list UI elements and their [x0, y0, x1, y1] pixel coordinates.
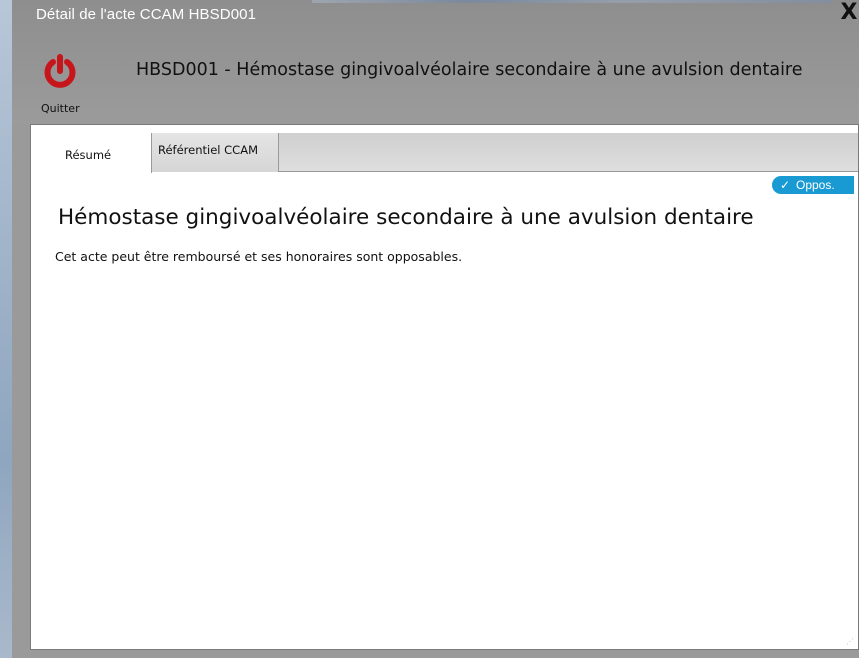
badge-label: Oppos.	[796, 178, 835, 192]
tab-referentiel-ccam-label: Référentiel CCAM	[158, 143, 258, 157]
opposable-badge: ✓ Oppos.	[772, 176, 854, 194]
summary-description: Cet acte peut être remboursé et ses hono…	[55, 249, 463, 264]
window-title: Détail de l'acte CCAM HBSD001	[36, 6, 257, 23]
close-button[interactable]: X	[839, 2, 859, 24]
tab-referentiel-ccam[interactable]: Référentiel CCAM	[152, 133, 279, 172]
power-icon	[44, 54, 76, 88]
title-bar: Détail de l'acte CCAM HBSD001 X Quitter …	[12, 0, 859, 124]
act-heading: HBSD001 - Hémostase gingivoalvéolaire se…	[136, 60, 803, 80]
titlebar-reflection	[312, 0, 832, 3]
act-detail-window: Détail de l'acte CCAM HBSD001 X Quitter …	[12, 0, 859, 658]
resize-grip-icon[interactable]: ⋰	[846, 637, 856, 647]
tab-resume[interactable]: Résumé	[31, 133, 152, 173]
tab-resume-label: Résumé	[65, 148, 112, 162]
tab-bar: Résumé Référentiel CCAM	[31, 133, 858, 173]
quit-button[interactable]: Quitter	[37, 52, 87, 118]
quit-label: Quitter	[41, 102, 80, 115]
summary-title: Hémostase gingivoalvéolaire secondaire à…	[58, 205, 754, 230]
check-icon: ✓	[780, 178, 791, 192]
desktop-edge	[0, 0, 12, 658]
content-panel: Résumé Référentiel CCAM ✓ Oppos. Hémosta…	[30, 124, 859, 650]
